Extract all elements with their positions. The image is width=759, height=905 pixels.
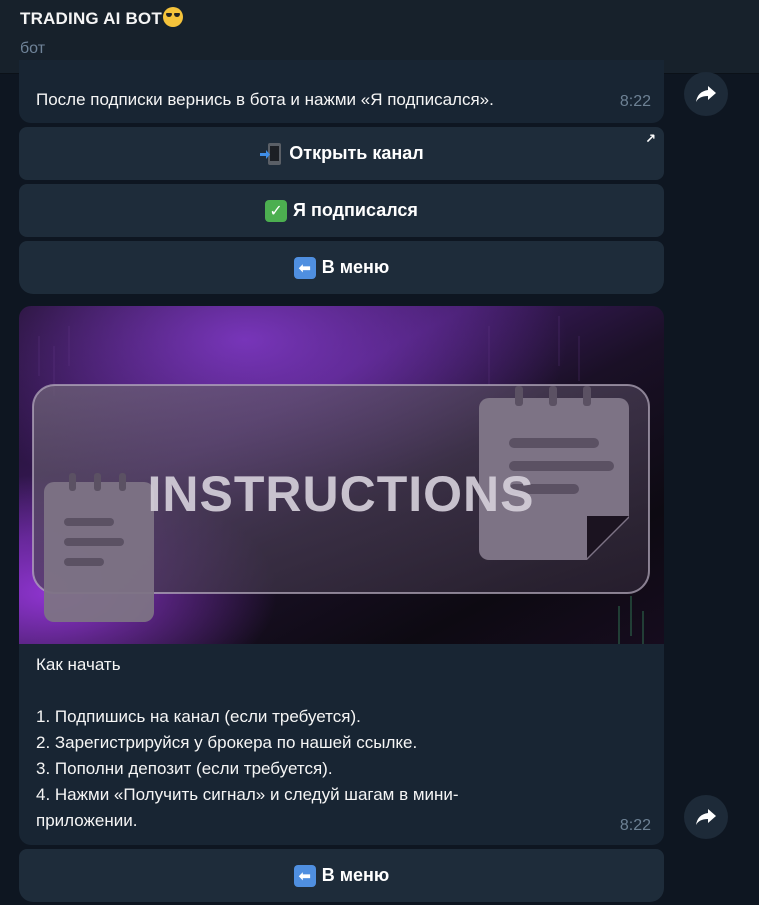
share-button-2[interactable]: [684, 795, 728, 839]
share-arrow-icon: [696, 86, 716, 102]
message-2-step-4-cont: приложении.: [36, 811, 138, 830]
subscribed-label: Я подписался: [293, 200, 418, 220]
check-mark-icon: ✓: [265, 199, 288, 222]
menu-button-2[interactable]: ⬅ В меню: [19, 849, 664, 902]
subscribed-button[interactable]: ✓ Я подписался: [19, 184, 664, 237]
message-bubble-1: После подписки вернись в бота и нажми «Я…: [19, 60, 664, 123]
sunglasses-emoji-icon: [162, 7, 183, 27]
instructions-image-graphic: INSTRUCTIONS: [19, 306, 664, 644]
chat-title-text: TRADING AI BOT: [20, 9, 162, 28]
message-1-time: 8:22: [619, 93, 651, 110]
external-link-arrow-icon: ↗: [645, 131, 656, 146]
open-channel-button[interactable]: Открыть канал ↗: [19, 127, 664, 180]
share-button-1[interactable]: [684, 72, 728, 116]
message-2-title: Как начать: [36, 655, 121, 674]
message-bubble-2: Как начать 1. Подпишись на канал (если т…: [19, 644, 664, 845]
menu-label-1: В меню: [321, 257, 390, 277]
open-channel-label: Открыть канал: [289, 143, 424, 163]
left-arrow-icon: ⬅: [293, 864, 316, 887]
instructions-image-text: INSTRUCTIONS: [148, 466, 535, 522]
share-arrow-icon: [696, 809, 716, 825]
message-1-text: После подписки вернись в бота и нажми «Я…: [36, 90, 494, 109]
menu-button-1[interactable]: ⬅ В меню: [19, 241, 664, 294]
message-2-time: 8:22: [619, 817, 651, 834]
chat-title: TRADING AI BOT: [20, 7, 183, 29]
left-arrow-icon: ⬅: [293, 256, 316, 279]
menu-label-2: В меню: [321, 865, 390, 885]
instructions-image[interactable]: INSTRUCTIONS: [19, 306, 664, 644]
message-2-step-3: 3. Пополни депозит (если требуется).: [36, 759, 333, 778]
message-2-step-4: 4. Нажми «Получить сигнал» и следуй шага…: [36, 785, 459, 804]
chat-subtitle: бот: [20, 40, 46, 57]
message-2-body: Как начать 1. Подпишись на канал (если т…: [36, 652, 459, 834]
message-2-step-1: 1. Подпишись на канал (если требуется).: [36, 707, 361, 726]
mobile-phone-arrow-icon: [259, 142, 283, 166]
message-2-step-2: 2. Зарегистрируйся у брокера по нашей сс…: [36, 733, 418, 752]
